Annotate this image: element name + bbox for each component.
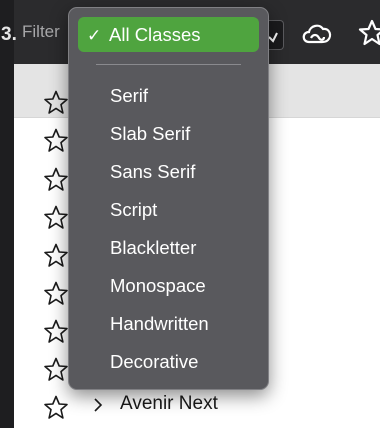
favorite-star-icon[interactable] xyxy=(42,280,70,308)
filter-label: Filter xyxy=(22,22,60,41)
favorite-star-icon[interactable] xyxy=(42,356,70,384)
favorite-star-icon[interactable] xyxy=(42,394,70,422)
favorite-star-icon[interactable] xyxy=(42,89,70,117)
menu-item-blackletter[interactable]: Blackletter xyxy=(110,236,196,260)
menu-item-monospace[interactable]: Monospace xyxy=(110,274,206,298)
menu-item-handwritten[interactable]: Handwritten xyxy=(110,312,209,336)
star-icon[interactable] xyxy=(357,18,380,48)
font-family-name[interactable]: Avenir Next xyxy=(120,393,218,415)
left-panel-edge xyxy=(0,0,14,428)
menu-item-sans-serif[interactable]: Sans Serif xyxy=(110,160,195,184)
left-edge-text: 3. xyxy=(1,24,17,45)
menu-item-all-classes[interactable]: ✓ All Classes xyxy=(78,17,259,52)
favorite-star-icon[interactable] xyxy=(42,318,70,346)
expand-chevron-icon[interactable] xyxy=(93,397,103,413)
font-class-dropdown-menu: ✓ All Classes Serif Slab Serif Sans Serif… xyxy=(68,7,269,390)
favorite-star-icon[interactable] xyxy=(42,166,70,194)
creative-cloud-icon[interactable] xyxy=(299,18,335,50)
menu-separator xyxy=(96,64,241,65)
favorite-star-icon[interactable] xyxy=(42,127,70,155)
checkmark-icon: ✓ xyxy=(87,26,102,45)
menu-item-script[interactable]: Script xyxy=(110,198,157,222)
favorite-star-icon[interactable] xyxy=(42,242,70,270)
menu-item-serif[interactable]: Serif xyxy=(110,84,148,108)
menu-item-label: All Classes xyxy=(109,24,201,45)
menu-item-decorative[interactable]: Decorative xyxy=(110,350,198,374)
favorite-star-icon[interactable] xyxy=(42,204,70,232)
menu-item-slab-serif[interactable]: Slab Serif xyxy=(110,122,190,146)
